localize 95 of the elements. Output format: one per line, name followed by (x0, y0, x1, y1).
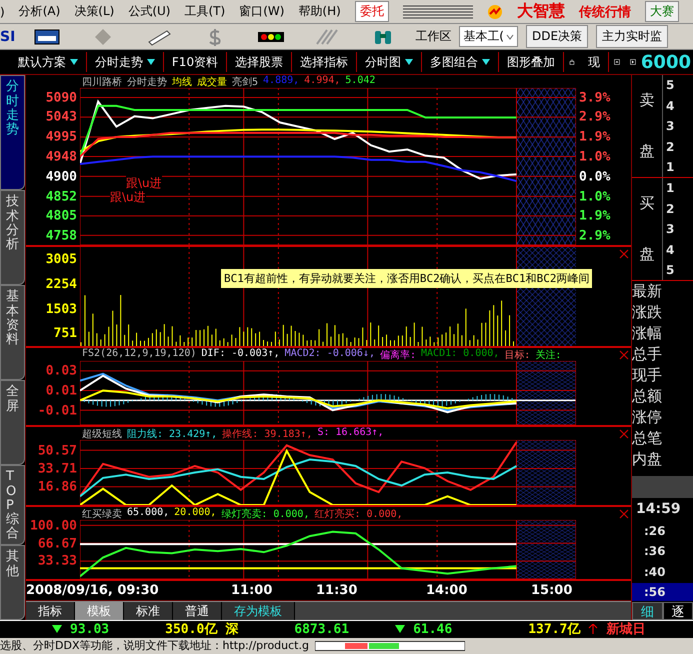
logo-text: 大智慧 (516, 1, 565, 22)
axis-label: 100.00 (30, 518, 77, 534)
legend-label: 4.889, (263, 75, 300, 88)
axis-label: 33.33 (38, 554, 77, 569)
quote-field-label: 总额 (632, 386, 663, 408)
axis-label: 16.86 (38, 480, 77, 495)
legend-label: 分时走势 (127, 76, 167, 88)
level-label: 2 (666, 202, 676, 216)
level-label: 3 (666, 222, 676, 236)
axis-label: -0.01 (38, 403, 77, 418)
time-label: 15:00 (531, 583, 572, 598)
quote-field-label: 涨停 (632, 407, 663, 428)
level-label: 1 (666, 181, 676, 196)
legend-label: 红买绿卖 (82, 508, 122, 520)
legend-label: 关注: (535, 348, 562, 362)
status-value: 137.7亿 (528, 621, 580, 638)
axis-label: 751 (54, 326, 77, 342)
percent-label: 0.0% (579, 169, 610, 184)
axis-label: 1503 (46, 302, 77, 317)
status-value: 61.46 (413, 622, 452, 637)
logo-subtitle: 传统行情 (578, 4, 631, 21)
legend-label: 成交量 (197, 76, 227, 88)
quote-field-label: 最新 (632, 281, 663, 302)
time-label: 14:00 (426, 583, 468, 598)
axis-label: 2254 (46, 276, 77, 292)
axis-label: 4900 (46, 169, 77, 184)
axis-label: 4995 (46, 130, 77, 145)
percent-label: 2.9% (579, 110, 610, 125)
legend-label: 20.000, (174, 507, 216, 520)
quote-field-label: 涨幅 (632, 323, 663, 344)
legend-label: DIF: -0.003↑, (201, 348, 280, 362)
percent-label: 1.9% (579, 208, 610, 224)
time-label: 11:30 (316, 583, 358, 598)
workspace-label: 工作区 (415, 28, 452, 46)
legend-label: 阻力线: 23.429↑, (127, 428, 218, 440)
status-value: 深 (225, 621, 238, 638)
percent-label: 3.9% (579, 90, 610, 106)
quote-field-label: 总手 (632, 344, 663, 366)
tooltip: BC1有超前性，有异动就要关注，涨否用BC2确认，买点在BC1和BC2两峰间 (221, 269, 592, 288)
percent-label: 2.9% (579, 228, 610, 244)
status-value: 93.03 (70, 622, 110, 637)
level-label: 5 (666, 78, 676, 92)
axis-label: 0.01 (46, 383, 77, 398)
order-book-label: 卖 (640, 91, 654, 110)
percent-label: 1.9% (579, 130, 610, 145)
level-label: 4 (666, 242, 676, 257)
legend-label: 四川路桥 (82, 76, 122, 88)
level-label: 4 (666, 98, 676, 113)
axis-label: 33.71 (38, 461, 77, 476)
axis-label: 0.03 (46, 364, 77, 379)
axis-label: 4758 (46, 228, 77, 244)
legend-label: 均线 (172, 76, 192, 88)
quote-field-label: 涨跌 (632, 302, 663, 324)
axis-label: 5090 (46, 90, 77, 106)
level-label: 5 (666, 263, 676, 277)
legend-label: 超级短线 (82, 428, 122, 440)
legend-label: FS2(26,12,9,19,120) (82, 348, 196, 362)
status-value: 6873.61 (294, 622, 350, 637)
axis-label: 4948 (46, 149, 77, 164)
axis-label: 4805 (46, 208, 77, 224)
percent-label: 1.0% (579, 189, 610, 204)
legend-label: 红灯亮买: 0.000, (314, 508, 403, 520)
status-value: 350.0亿 (165, 621, 218, 638)
ticker-text: 选股、分时DDX等功能，说明文件下载地址：http://product.g (0, 638, 309, 654)
quote-field-label: 内盘 (632, 449, 663, 470)
legend-label: MACD1: 0.000, (421, 348, 500, 362)
level-label: 1 (666, 160, 676, 174)
axis-label: 50.57 (38, 443, 77, 458)
trade-time: 14:59 (635, 500, 682, 520)
level-label: 3 (666, 119, 676, 134)
legend-label: 操作线: 39.183↑, (222, 428, 312, 440)
legend-label: 目标: (504, 348, 530, 362)
stock-code: 6000 (640, 52, 692, 73)
axis-label: 5043 (46, 110, 77, 125)
quote-field-label: 现手 (632, 365, 663, 386)
legend-label: MACD2: -0.006↓, (284, 348, 375, 362)
order-book-label: 盘 (640, 245, 654, 264)
legend-label: 偏离率: (380, 348, 416, 362)
toolbar-label: SI (0, 28, 16, 45)
time-label: 2008/09/16, 09:30 (26, 583, 159, 598)
axis-label: 4852 (46, 189, 77, 204)
percent-label: 1.0% (579, 149, 610, 164)
order-book-label: 买 (640, 194, 654, 214)
quote-field-label: 总笔 (632, 428, 663, 450)
legend-label: 65.000, (127, 507, 170, 520)
legend-label: 绿灯亮卖: 0.000, (221, 508, 310, 520)
order-book-label: 盘 (640, 142, 654, 162)
legend-label: 5.042 (345, 75, 376, 88)
legend-label: 亮剑5 (232, 76, 258, 88)
level-label: 2 (666, 140, 676, 154)
legend-label: 4.994, (304, 75, 340, 88)
time-label: 11:00 (231, 583, 272, 598)
legend-label: S: 16.663↑, (317, 427, 384, 440)
axis-label: 3005 (46, 252, 77, 268)
axis-label: 66.67 (38, 536, 77, 552)
